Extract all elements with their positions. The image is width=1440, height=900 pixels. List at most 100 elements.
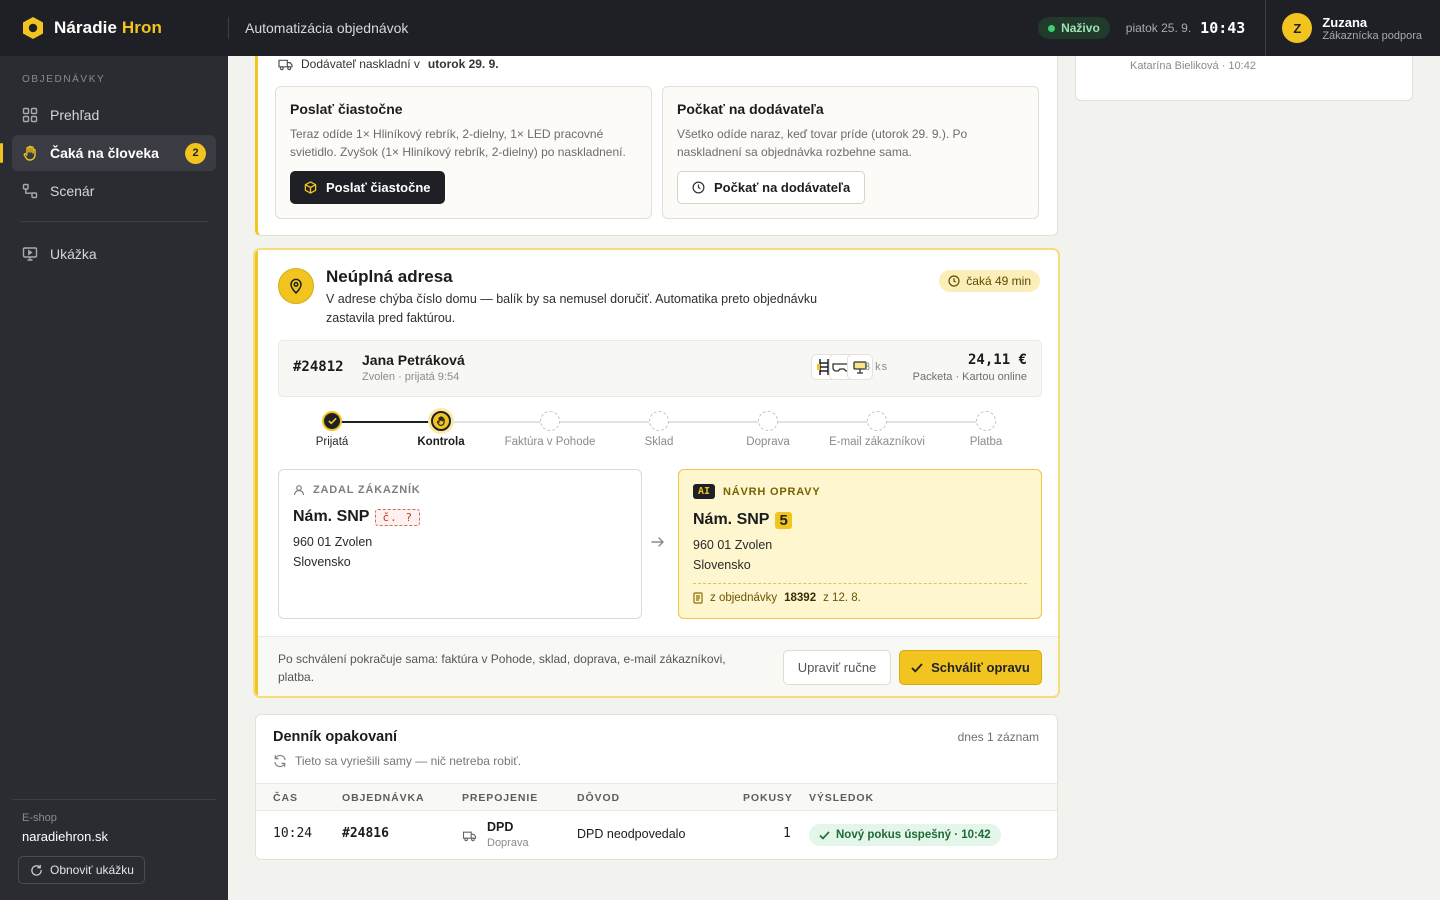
step-label: Prijatá	[315, 436, 349, 448]
sidebar-item-overview[interactable]: Prehľad	[12, 97, 216, 133]
sidebar-item-scenario[interactable]: Scenár	[12, 173, 216, 209]
sidebar-section-title: OBJEDNÁVKY	[22, 74, 106, 85]
card-title: Neúplná adresa	[326, 267, 453, 286]
house-number-highlight: 5	[775, 511, 792, 529]
retry-log-card: Denník opakovaní dnes 1 záznam Tieto sa …	[255, 714, 1058, 860]
table-header: ČAS OBJEDNÁVKA PREPOJENIE DÔVOD POKUSY V…	[256, 783, 1057, 811]
sidebar-item-label: Scenár	[50, 183, 95, 199]
wait-time-label: čaká 49 min	[966, 274, 1031, 288]
clock-icon	[948, 275, 960, 287]
button-label: Schváliť opravu	[931, 660, 1030, 675]
check-icon	[819, 830, 830, 840]
activity-card: Katarína Bieliková · 10:42	[1075, 56, 1413, 101]
button-label: Počkať na dodávateľa	[714, 180, 851, 195]
user-name: Zuzana	[1322, 14, 1368, 30]
ai-proposal-box: AI NÁVRH OPRAVY Nám. SNP 5 960 01 Zvolen …	[678, 469, 1042, 619]
step-email: E-mail zákazníkovi	[817, 411, 937, 448]
source-order[interactable]: 18392	[784, 592, 816, 604]
order-id: #24812	[293, 359, 344, 375]
step-warehouse: Sklad	[599, 411, 719, 448]
option-text: Všetko odíde naraz, keď tovar príde (uto…	[677, 127, 968, 159]
row-result: Nový pokus úspešný · 10:42	[809, 824, 1001, 846]
stock-decision-card: Dodávateľ naskladní v utorok 29. 9. Posla…	[255, 56, 1058, 236]
eshop-domain: naradiehron.sk	[22, 829, 108, 844]
city-line: 960 01 Zvolen	[693, 538, 773, 552]
approve-fix-button[interactable]: Schváliť opravu	[899, 650, 1042, 685]
proposal-source: z objednávky 18392 z 12. 8.	[693, 583, 1027, 604]
customer-name: Jana Petráková	[362, 352, 465, 368]
button-label: Poslať čiastočne	[326, 180, 431, 195]
sidebar-item-waiting[interactable]: Čaká na človeka 2	[0, 135, 216, 171]
incomplete-address-card: Neúplná adresa V adrese chýba číslo domu…	[253, 248, 1060, 698]
card-body: Neúplná adresa V adrese chýba číslo domu…	[255, 250, 1058, 696]
pending-step-icon	[976, 411, 996, 431]
column-header: VÝSLEDOK	[809, 792, 874, 804]
user-info: Zuzana Zákaznícka podpora	[1322, 15, 1422, 42]
supplier-date: utorok 29. 9.	[427, 57, 499, 71]
sidebar-divider	[20, 221, 208, 222]
step-label: Platba	[969, 436, 1003, 448]
step-label: E-mail zákazníkovi	[829, 436, 925, 448]
success-badge: Nový pokus úspešný · 10:42	[809, 824, 1001, 846]
supplier-prefix: Dodávateľ naskladní v	[301, 57, 420, 71]
step-label: Faktúra v Pohode	[504, 436, 596, 448]
row-attempts: 1	[783, 826, 791, 841]
order-summary-row[interactable]: #24812 Jana Petráková Zvolen · prijatá 9…	[278, 340, 1042, 397]
supplier-info: Dodávateľ naskladní v utorok 29. 9.	[278, 56, 499, 72]
page-title: Automatizácia objednávok	[245, 20, 409, 36]
column-header: DÔVOD	[577, 792, 621, 804]
ai-tag: AI	[693, 484, 716, 499]
reset-demo-button[interactable]: Obnoviť ukážku	[18, 856, 145, 884]
step-payment: Platba	[926, 411, 1046, 448]
product-thumbnails	[811, 354, 873, 380]
wait-supplier-button[interactable]: Počkať na dodávateľa	[677, 171, 866, 204]
activity-author: Katarína Bieliková · 10:42	[1130, 60, 1256, 72]
hand-icon	[431, 411, 451, 431]
card-footer: Po schválení pokračuje sama: faktúra v P…	[258, 636, 1058, 696]
arrow-right-icon	[651, 536, 665, 548]
edit-manually-button[interactable]: Upraviť ručne	[783, 650, 891, 685]
table-row[interactable]: 10:24 #24816 DPD Doprava DPD neodpovedal…	[256, 812, 1057, 860]
customer-address-box: ZADAL ZÁKAZNÍK Nám. SNP č. ? 960 01 Zvole…	[278, 469, 642, 619]
proposal-header: AI NÁVRH OPRAVY	[693, 484, 1027, 499]
step-check: Kontrola	[381, 411, 501, 448]
column-header: ČAS	[273, 792, 298, 804]
step-shipping: Doprava	[708, 411, 828, 448]
send-partial-button[interactable]: Poslať čiastočne	[290, 171, 445, 204]
proposal-header-label: NÁVRH OPRAVY	[723, 485, 821, 498]
truck-icon	[462, 830, 477, 842]
wait-time-badge: čaká 49 min	[939, 270, 1040, 292]
shipping-payment: Packeta · Kartou online	[912, 371, 1027, 383]
country-line: Slovensko	[293, 555, 351, 569]
sidebar-item-demo[interactable]: Ukážka	[12, 236, 216, 272]
option-send-partial: Poslať čiastočne Teraz odíde 1× Hliníkov…	[275, 86, 652, 219]
location-pin-icon	[278, 268, 314, 304]
missing-number-badge: č. ?	[375, 508, 420, 526]
pending-step-icon	[867, 411, 887, 431]
street-line: Nám. SNP 5	[693, 511, 1027, 529]
pending-step-icon	[649, 411, 669, 431]
column-header: OBJEDNÁVKA	[342, 792, 425, 804]
clock-icon	[692, 181, 705, 194]
row-link-sub: Doprava	[487, 837, 529, 849]
step-label: Kontrola	[417, 436, 465, 448]
refresh-icon	[31, 864, 42, 876]
live-status-badge: Naživo	[1038, 17, 1110, 39]
avatar: Z	[1282, 13, 1313, 43]
live-label: Naživo	[1061, 21, 1100, 35]
row-order[interactable]: #24816	[342, 826, 389, 841]
option-title: Poslať čiastočne	[290, 101, 403, 117]
result-label: Nový pokus úspešný · 10:42	[836, 829, 991, 841]
live-dot-icon	[1048, 24, 1056, 32]
current-time: 10:43	[1200, 19, 1246, 37]
column-header: PREPOJENIE	[462, 792, 539, 804]
current-date: piatok 25. 9.	[1125, 21, 1192, 35]
brand-logo[interactable]: Náradie Hron	[0, 16, 228, 40]
user-icon	[293, 485, 305, 496]
sidebar-item-label: Prehľad	[50, 107, 100, 123]
address-header: ZADAL ZÁKAZNÍK	[293, 484, 627, 496]
user-menu[interactable]: Z Zuzana Zákaznícka podpora	[1265, 0, 1440, 56]
footer-note: Po schválení pokračuje sama: faktúra v P…	[278, 652, 726, 684]
row-link: DPD	[487, 820, 514, 834]
card-description: V adrese chýba číslo domu — balík by sa …	[326, 292, 818, 325]
